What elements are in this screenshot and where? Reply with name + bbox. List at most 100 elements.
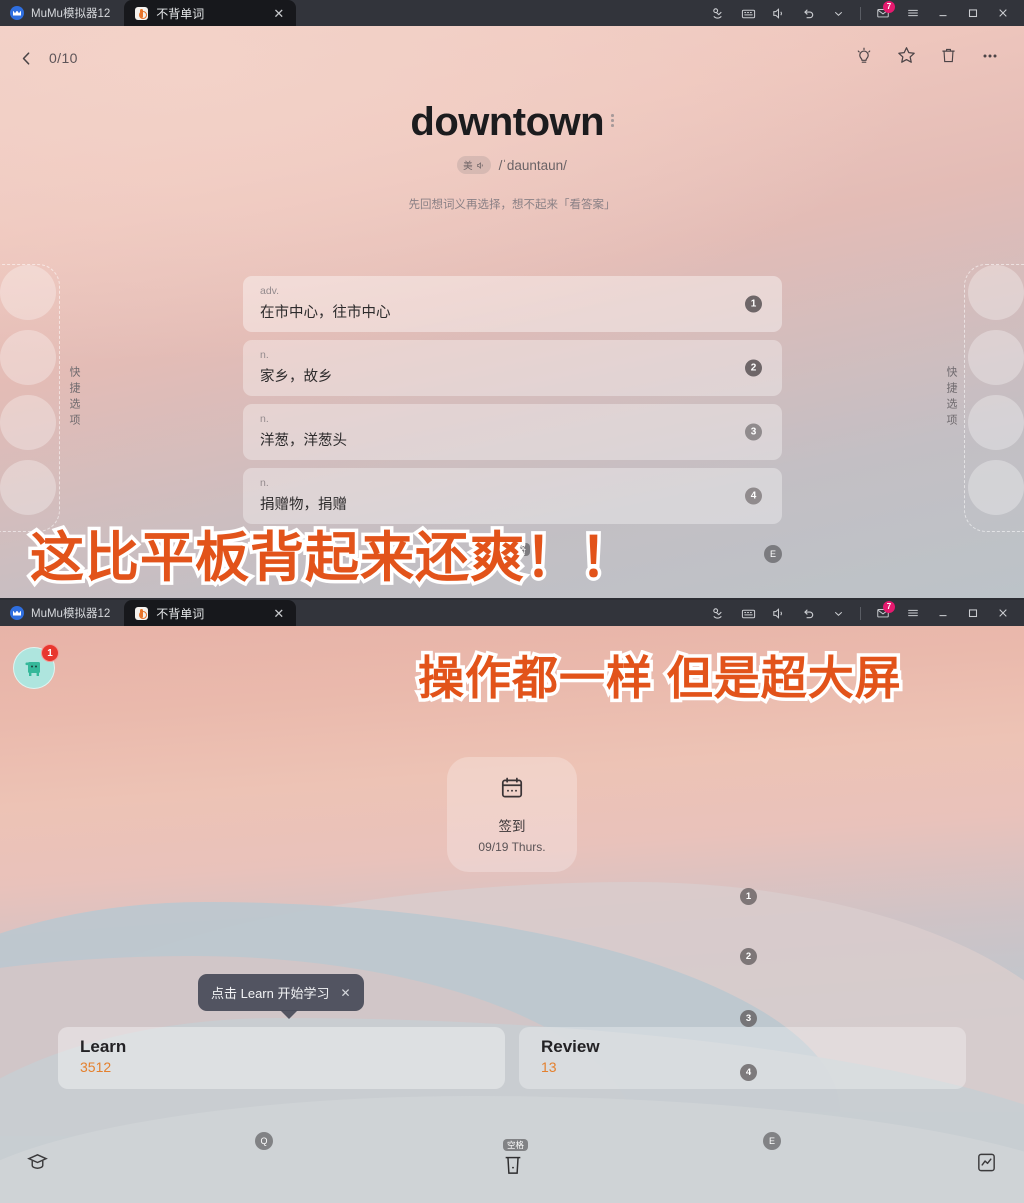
close-icon[interactable]: ✕ — [259, 7, 284, 20]
rail-dot[interactable] — [0, 460, 56, 515]
undo-icon[interactable] — [793, 600, 823, 626]
rotate-icon[interactable] — [703, 600, 733, 626]
minimize-icon[interactable] — [928, 0, 958, 26]
rail-label-right: 快捷选项 — [945, 366, 957, 430]
close-icon[interactable]: ✕ — [340, 986, 350, 1000]
learn-tooltip: 点击 Learn 开始学习 ✕ — [198, 974, 364, 1019]
close-icon[interactable] — [988, 0, 1018, 26]
more-icon[interactable] — [980, 46, 1000, 71]
tab-title: 不背单词 — [156, 6, 205, 21]
mail-badge: 7 — [883, 601, 895, 613]
chevron-left-icon — [22, 51, 30, 65]
quiz-header-actions — [854, 45, 1006, 71]
rail-dot[interactable] — [0, 395, 56, 450]
undo-icon[interactable] — [793, 0, 823, 26]
rail-dot[interactable] — [968, 395, 1024, 450]
page-title: downtown — [410, 100, 605, 144]
quick-options-rail-left[interactable]: 快捷选项 — [0, 264, 80, 532]
option-number-badge: 3 — [745, 423, 762, 441]
bottom-nav: Q 空格 E — [0, 1132, 1024, 1203]
progress-counter: 0/10 — [49, 50, 78, 66]
mumu-logo-icon — [10, 6, 24, 20]
tab-title-2: 不背单词 — [156, 606, 205, 621]
keyboard-icon[interactable] — [733, 0, 763, 26]
mail-badge: 7 — [883, 1, 895, 13]
accent-label: 美 — [463, 161, 473, 172]
screenshot-root: MuMu模拟器12 不背单词 ✕ 7 0/10 downtown 美 /ˈdau… — [0, 0, 1024, 1203]
answer-option-4[interactable]: n. 捐赠物，捐赠 4 — [243, 468, 782, 524]
accent-badge[interactable]: 美 — [457, 156, 491, 174]
emulator-app-name: MuMu模拟器12 — [31, 8, 111, 20]
space-key-hint: 空格 — [503, 1138, 529, 1151]
trash-icon[interactable] — [502, 1152, 524, 1181]
menu-icon[interactable] — [898, 0, 928, 26]
answer-option-1[interactable]: adv. 在市中心，往市中心 1 — [243, 276, 782, 332]
titlebar-controls-2: 7 — [703, 600, 1024, 626]
back-button[interactable]: 0/10 — [18, 50, 78, 67]
option-pos: n. — [260, 477, 269, 489]
answer-option-3[interactable]: n. 洋葱，洋葱头 3 — [243, 404, 782, 460]
option-text: 捐赠物，捐赠 — [260, 496, 347, 513]
emulator-titlebar-bottom: MuMu模拟器12 不背单词 ✕ 7 — [0, 600, 1024, 626]
avatar[interactable]: 1 — [13, 644, 59, 691]
checkin-date: 09/19 Thurs. — [478, 840, 546, 854]
home-screen: 1 操作都一样 但是超大屏 签到 09/19 Thurs. 点击 Learn 开… — [0, 626, 1024, 1203]
mail-icon[interactable]: 7 — [868, 0, 898, 26]
side-number-3: 3 — [740, 1010, 757, 1027]
rail-dot[interactable] — [0, 265, 56, 320]
titlebar-spacer — [296, 0, 703, 26]
side-number-2: 2 — [740, 948, 757, 965]
q-key-hint: Q — [255, 1132, 273, 1150]
review-button[interactable]: Review 13 — [519, 1027, 966, 1089]
minimize-icon[interactable] — [928, 600, 958, 626]
option-pos: n. — [260, 349, 269, 361]
review-title: Review — [541, 1037, 600, 1056]
emulator-tab-bubeidanci-2[interactable]: 不背单词 ✕ — [124, 600, 297, 626]
quick-options-rail-right[interactable]: 快捷选项 — [945, 264, 1024, 532]
answer-option-2[interactable]: n. 家乡，故乡 2 — [243, 340, 782, 396]
maximize-icon[interactable] — [958, 600, 988, 626]
option-text: 洋葱，洋葱头 — [260, 432, 347, 449]
phonetic-row[interactable]: 美 /ˈdauntaun/ — [457, 156, 567, 174]
titlebar-divider-2 — [860, 606, 861, 620]
rail-dots-right — [968, 265, 1024, 515]
rail-dot[interactable] — [968, 330, 1024, 385]
checkin-title: 签到 — [498, 819, 526, 834]
option-number-badge: 4 — [745, 487, 762, 505]
chart-icon[interactable] — [975, 1151, 998, 1179]
rail-dot[interactable] — [0, 330, 56, 385]
emulator-tab-bubeidanci[interactable]: 不背单词 ✕ — [124, 0, 297, 26]
close-icon[interactable] — [988, 600, 1018, 626]
rail-dots-left — [0, 265, 56, 515]
emulator-titlebar-top: MuMu模拟器12 不背单词 ✕ 7 — [0, 0, 1024, 26]
checkin-card[interactable]: 签到 09/19 Thurs. — [447, 757, 577, 872]
close-icon[interactable]: ✕ — [259, 607, 284, 620]
rotate-icon[interactable] — [703, 0, 733, 26]
mail-icon[interactable]: 7 — [868, 600, 898, 626]
star-icon[interactable] — [896, 45, 917, 71]
side-number-4: 4 — [740, 1064, 757, 1081]
menu-icon[interactable] — [898, 600, 928, 626]
volume-icon[interactable] — [763, 0, 793, 26]
avatar-badge: 1 — [41, 644, 59, 662]
tooltip-text: 点击 Learn 开始学习 — [211, 986, 330, 1001]
rail-dot[interactable] — [968, 460, 1024, 515]
chevron-down-icon[interactable] — [823, 0, 853, 26]
word-title-row: downtown — [410, 100, 614, 144]
word-more-icon[interactable] — [611, 114, 614, 127]
chevron-down-icon[interactable] — [823, 600, 853, 626]
maximize-icon[interactable] — [958, 0, 988, 26]
option-pos: n. — [260, 413, 269, 425]
mumu-logo-icon — [10, 606, 24, 620]
phonetic-text: /ˈdauntaun/ — [498, 157, 567, 173]
video-caption-home: 操作都一样 但是超大屏 — [415, 652, 905, 705]
keyboard-icon[interactable] — [733, 600, 763, 626]
trash-icon[interactable] — [939, 46, 958, 70]
titlebar-controls: 7 — [703, 0, 1024, 26]
graduation-cap-icon[interactable] — [26, 1151, 49, 1179]
volume-icon[interactable] — [763, 600, 793, 626]
lightbulb-icon[interactable] — [854, 46, 874, 71]
titlebar-divider — [860, 6, 861, 20]
learn-button[interactable]: Learn 3512 — [58, 1027, 505, 1089]
rail-dot[interactable] — [968, 265, 1024, 320]
